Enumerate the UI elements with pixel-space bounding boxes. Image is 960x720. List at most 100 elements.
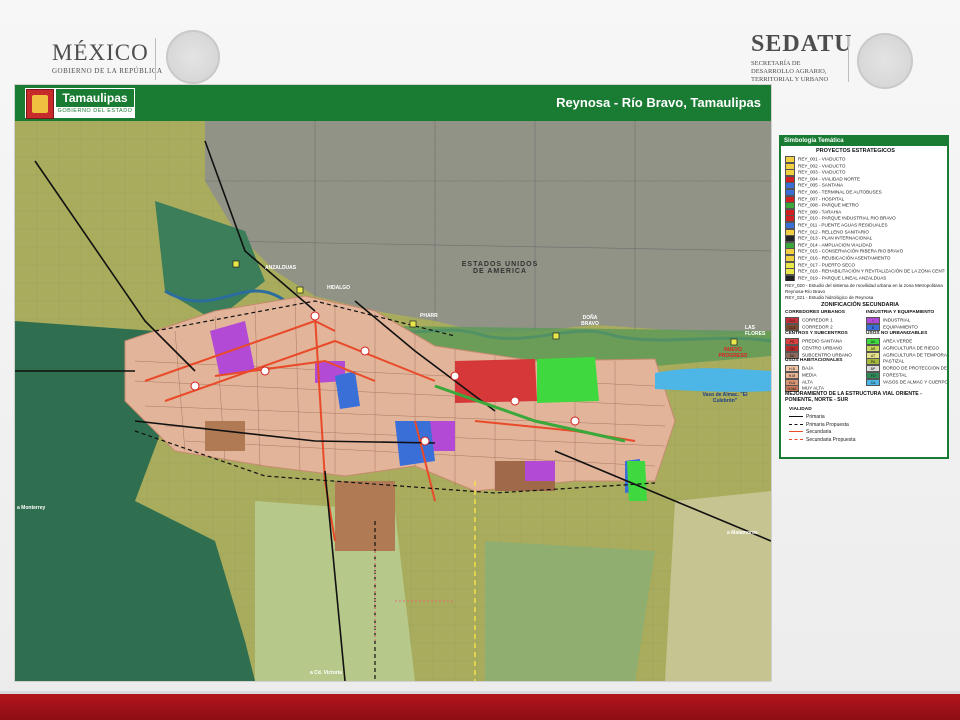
- legend-proyecto-label: REY_002 - VIADUCTO: [798, 163, 846, 169]
- legend-proyecto-icon: [785, 169, 795, 176]
- mexico-subtitle: GOBIERNO DE LA REPÚBLICA: [52, 67, 163, 75]
- legend-centros-list: PS PREDIO SANTANA CU CENTRO URBANO SU SUBCENT…: [785, 338, 865, 359]
- legend-zone-item: CU2 CORREDOR 2: [785, 323, 865, 331]
- label-dona: DOÑA BRAVO: [581, 315, 599, 327]
- legend-vialidad-item: Primaria: [789, 414, 909, 422]
- tamaulipas-shield-icon: [26, 89, 54, 119]
- legend-proyecto-item: REY_016 - REUBICACIÓN ASENTAMIENTO: [785, 254, 945, 262]
- label-anzalduas: ANZALDUAS: [265, 265, 297, 271]
- label-monterrey: a Monterrey: [17, 505, 46, 511]
- legend-proyecto-item: REY_011 - PUENTE AGUAS RESIDUALES: [785, 221, 945, 229]
- legend-proyecto-item: REY_009 - TARAHIA: [785, 208, 945, 216]
- label-matamoros: a Matamoros: [727, 530, 758, 536]
- legend-proyecto-label: REY_013 - PLAN INTERNACIONAL: [798, 235, 873, 241]
- legend-zone-label: VASOS DE ALMAC Y CUERPOS DE AGUA: [883, 379, 949, 385]
- legend-zone-item: BPBORDO DE PROTECCION DEL RIO BRAVO: [866, 365, 949, 373]
- legend-estudios-list: REY_020 - Estudio del sistema de movilid…: [785, 283, 945, 302]
- legend-proyecto-item: REY_004 - VIALIDAD NORTE: [785, 175, 945, 183]
- legend-zone-label: PASTIZAL: [883, 359, 905, 365]
- legend-estudio-item: REY_021 - Estudio hidrológico de Reynosa: [785, 295, 874, 300]
- legend-proyecto-label: REY_008 - PARQUE METRO: [798, 202, 859, 208]
- legend-proyecto-label: REY_007 - HOSPITAL: [798, 196, 845, 202]
- label-nuevo-progreso: NUEVO PROGRESO: [718, 347, 748, 359]
- legend-proyectos-title: PROYECTOS ESTRATEGICOS: [816, 148, 895, 154]
- legend-zone-item: I INDUSTRIAL: [866, 317, 946, 324]
- legend-vialidad-item: Secundaria: [789, 429, 909, 437]
- legend-proyecto-label: REY_019 - PARQUE LINEAL ANZALDUAS: [798, 275, 887, 281]
- sedatu-subtitle-1: SECRETARÍA DE: [751, 60, 801, 67]
- legend-proyecto-label: REY_004 - VIALIDAD NORTE: [798, 176, 860, 182]
- legend-proyecto-label: REY_016 - REUBICACIÓN ASENTAMIENTO: [798, 255, 891, 261]
- legend-header: Simbología Temática: [781, 137, 947, 146]
- legend-zone-label: BORDO DE PROTECCION DEL RIO BRAVO: [883, 365, 949, 371]
- legend-proyecto-item: REY_014 - AMPLIACION VIALIDAD: [785, 241, 945, 249]
- legend-vialidad-item: Primaria Propuesta: [789, 422, 909, 430]
- header-divider-left: [155, 38, 156, 80]
- legend-zone-item: H-B BAJA: [785, 365, 865, 372]
- legend-corredores-title: CORREDORES URBANOS: [785, 310, 845, 315]
- legend-vialidad-list: Primaria Primaria Propuesta Secundaria Secu…: [789, 414, 909, 444]
- legend-proyectos-list: REY_001 - VIADUCTO REY_002 - VIADUCTO REY_…: [785, 156, 945, 282]
- legend-proyecto-item: REY_018 - REHABILITACIÓN Y REVITALIZACIÓ…: [785, 268, 945, 275]
- legend-no-urbanizables-title: USOS NO URBANIZABLES: [866, 331, 928, 336]
- legend-proyecto-icon: [785, 274, 795, 282]
- legend-estudio-item: REY_020 - Estudio del sistema de movilid…: [785, 283, 943, 294]
- legend-proyecto-label: REY_010 - PARQUE INDUSTRIAL RIO BRAVO: [798, 216, 896, 222]
- legend-vialidad-label: Primaria: [806, 414, 825, 420]
- legend-zone-item: H-A ALTA: [785, 378, 865, 386]
- mexico-seal-icon: [166, 30, 220, 84]
- legend-vial-title: MEJORAMIENTO DE LA ESTRUCTURA VIAL ORIEN…: [785, 391, 922, 403]
- legend-vialidad-item: Secundaria Propuesta: [789, 437, 909, 445]
- legend-proyecto-icon: [785, 235, 795, 242]
- map-banner: Tamaulipas GOBIERNO DEL ESTADO Reynosa -…: [15, 85, 771, 121]
- legend-zone-item: E EQUIPAMIENTO: [866, 323, 946, 331]
- vaso-el-culebron: [655, 368, 771, 392]
- page-header: MÉXICO GOBIERNO DE LA REPÚBLICA SEDATU S…: [0, 0, 960, 89]
- legend-zone-label: FORESTAL: [883, 372, 907, 378]
- legend-proyecto-item: REY_015 - CONSERVACIÓN RIBERA RIO BRAVO: [785, 248, 945, 255]
- legend-habitacionales-list: H-B BAJA H-M MEDIA H-A ALTA H-MA MUY ALTA: [785, 365, 865, 393]
- legend-proyecto-icon: [785, 156, 795, 163]
- legend-vialidad-label: Secundaria: [806, 429, 832, 435]
- legend-proyecto-item: REY_017 - PUERTO SECO: [785, 261, 945, 269]
- sedatu-subtitle-3: TERRITORIAL Y URBANO: [751, 76, 829, 83]
- legend-proyecto-label: REY_009 - TARAHIA: [798, 209, 842, 215]
- legend-zone-item: CAVASOS DE ALMAC Y CUERPOS DE AGUA: [866, 378, 949, 386]
- sedatu-title: SEDATU: [751, 31, 853, 57]
- map-legend: Simbología Temática PROYECTOS ESTRATEGIC…: [779, 135, 949, 459]
- legend-zone-item: CU1 CORREDOR 1: [785, 317, 865, 324]
- legend-proyecto-item: REY_019 - PARQUE LINEAL ANZALDUAS: [785, 274, 945, 282]
- legend-proyecto-item: REY_002 - VIADUCTO: [785, 162, 945, 170]
- legend-zone-swatch: CA: [866, 378, 880, 386]
- tamaulipas-logo: Tamaulipas GOBIERNO DEL ESTADO: [25, 88, 135, 119]
- legend-vialidad-label: Primaria Propuesta: [806, 421, 849, 428]
- legend-proyecto-item: REY_001 - VIADUCTO: [785, 156, 945, 163]
- map-title: Reynosa - Río Bravo, Tamaulipas: [556, 95, 761, 110]
- legend-proyecto-icon: [785, 202, 795, 209]
- legend-centros-title: CENTROS Y SUBCENTROS: [785, 331, 848, 336]
- legend-proyecto-label: REY_018 - REHABILITACIÓN Y REVITALIZACIÓ…: [798, 268, 945, 274]
- legend-zone-label: CENTRO URBANO: [802, 345, 843, 351]
- legend-no-urbanizables-list: AV AREA VERDE AR AGRICULTURA DE RIEGO AT AGRI…: [866, 338, 949, 386]
- legend-title: Simbología Temática: [784, 138, 844, 144]
- legend-proyecto-label: REY_011 - PUENTE AGUAS RESIDUALES: [798, 222, 888, 228]
- legend-zone-item: PA PASTIZAL: [866, 358, 946, 366]
- legend-proyecto-icon: [785, 208, 795, 216]
- legend-proyecto-label: REY_012 - RELLENO SANITARIO: [798, 229, 869, 235]
- legend-zone-label: CORREDOR 2: [802, 324, 833, 330]
- legend-proyecto-label: REY_015 - CONSERVACIÓN RIBERA RIO BRAVO: [798, 249, 904, 255]
- legend-zone-label: AGRICULTURA DE TEMPORAL: [883, 352, 949, 358]
- legend-proyecto-item: REY_006 - TERMINAL DE AUTOBUSES: [785, 188, 945, 196]
- legend-industria-title: INDUSTRIA Y EQUIPAMIENTO: [866, 310, 935, 315]
- legend-zone-label: EQUIPAMIENTO: [883, 324, 918, 330]
- legend-proyecto-icon: [785, 228, 795, 236]
- legend-proyecto-icon: [785, 188, 795, 196]
- legend-proyecto-icon: [785, 215, 795, 222]
- legend-zone-item: H-M MEDIA: [785, 371, 865, 379]
- legend-zone-swatch: CU2: [785, 323, 799, 331]
- legend-proyecto-item: REY_007 - HOSPITAL: [785, 195, 945, 203]
- legend-zone-item: FO FORESTAL: [866, 371, 946, 379]
- legend-zone-label: MEDIA: [802, 372, 817, 378]
- legend-proyecto-icon: [785, 195, 795, 203]
- legend-zone-item: AV AREA VERDE: [866, 338, 946, 345]
